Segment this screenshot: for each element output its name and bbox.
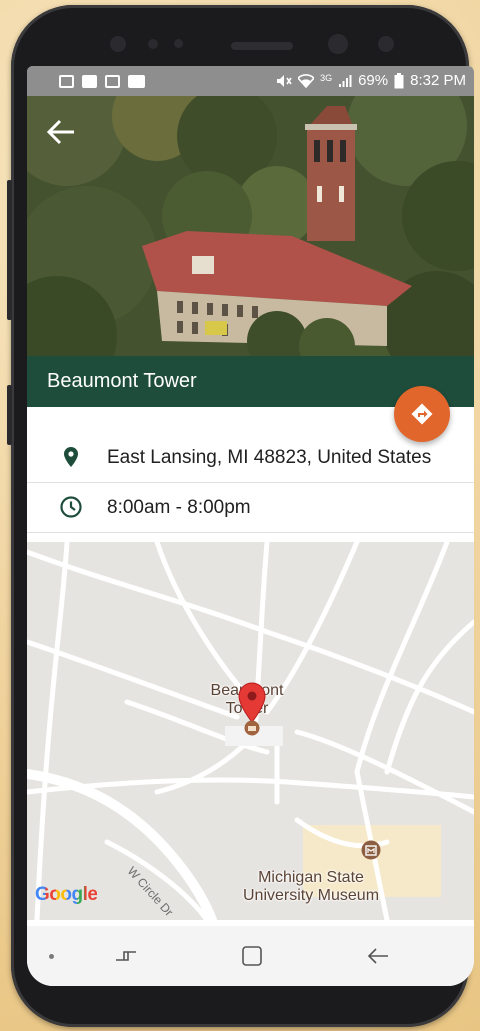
proximity-sensor [378,36,394,52]
arrow-left-icon [46,119,74,145]
address-row[interactable]: East Lansing, MI 48823, United States [27,432,474,483]
nav-dot-indicator [41,926,61,986]
front-camera [110,36,126,52]
sensor [148,39,158,49]
back-button[interactable] [41,112,81,152]
back-nav-button[interactable] [353,926,403,986]
home-icon [242,946,262,966]
place-title: Beaumont Tower [47,370,197,392]
status-bar: 3G 69% 8:32 PM [27,66,474,96]
signal-icon [339,75,352,87]
hours-text: 8:00am - 8:00pm [107,497,251,518]
home-button[interactable] [227,926,277,986]
battery-percent: 69% [358,72,389,89]
hours-row: 8:00am - 8:00pm [27,482,474,533]
notification-icons [59,66,145,96]
battery-icon [394,73,404,89]
network-type: 3G [320,73,333,83]
museum-label-line1: Michigan State [258,869,364,886]
app-notification-icon [128,74,145,88]
tower-photo-illustration [27,96,474,356]
earpiece-speaker [231,42,293,50]
clock: 8:32 PM [410,72,466,89]
sensor [174,39,183,48]
google-logo: Google [35,884,98,906]
wifi-icon [298,74,315,88]
volume-button [7,180,12,320]
bixby-button [7,385,12,445]
directions-icon [411,403,433,425]
dot-icon [48,953,54,959]
location-pin-icon [64,447,78,467]
email-notification-icon [59,74,74,88]
location-map[interactable]: Beaumont Tower Michigan State University… [27,542,474,920]
image-notification-icon [105,74,120,88]
system-status: 3G 69% 8:32 PM [276,66,466,96]
directions-button[interactable] [394,386,450,442]
google-attribution: Google [35,884,98,905]
app-screen: 3G 69% 8:32 PM Beaumont Tower East Lansi… [27,66,474,986]
clock-icon [60,496,82,518]
address-text: East Lansing, MI 48823, United States [107,447,432,468]
back-arrow-icon [367,948,388,964]
mute-icon [277,75,292,87]
map-marker-icon[interactable] [237,682,267,736]
museum-map-label: Michigan State University Museum [231,869,391,905]
location-photo [27,96,474,356]
recent-apps-icon [116,951,136,961]
museum-label-line2: University Museum [242,887,380,904]
system-nav-bar [27,926,474,986]
iris-scanner [328,34,348,54]
recent-apps-button[interactable] [101,926,151,986]
museum-icon[interactable] [361,840,381,860]
help-notification-icon [82,74,97,88]
